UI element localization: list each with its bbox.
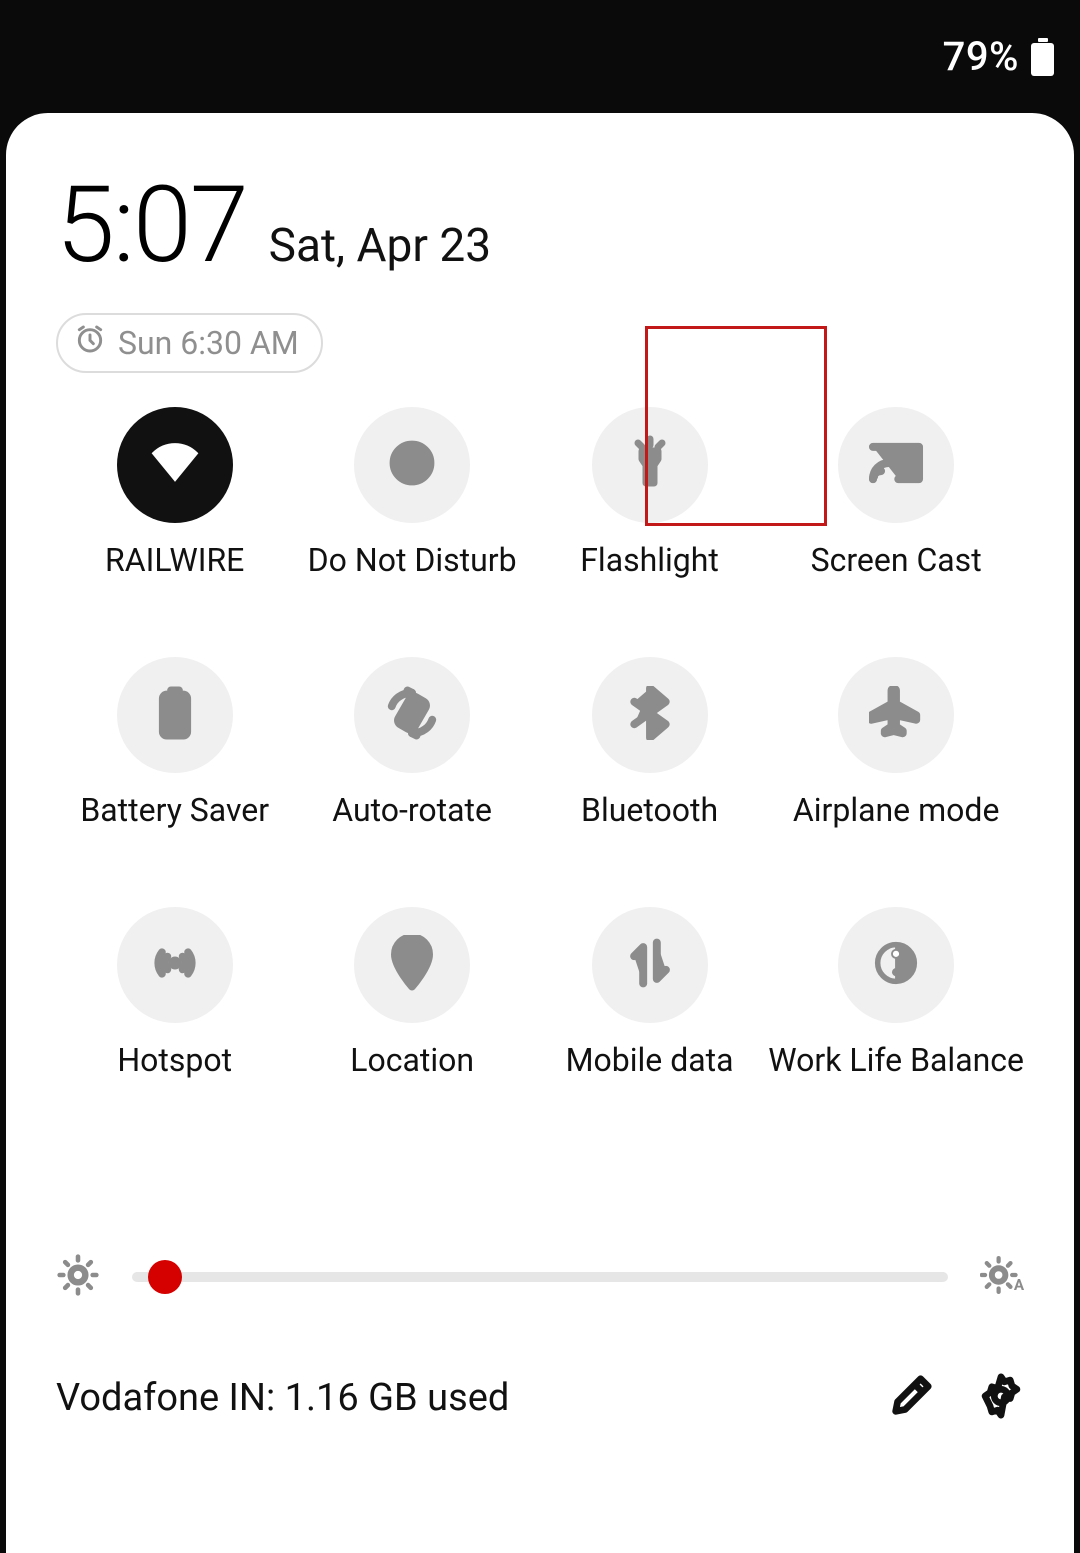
tile-auto-rotate[interactable]: Auto-rotate — [293, 657, 530, 829]
tile-bluetooth[interactable]: Bluetooth — [531, 657, 768, 829]
airplane-icon — [869, 686, 923, 744]
tiles-grid: RAILWIRE Do Not Disturb Flashlight Scree… — [56, 407, 1024, 1079]
tile-screencast[interactable]: Screen Cast — [768, 407, 1024, 579]
tile-mobile-data[interactable]: Mobile data — [531, 907, 768, 1079]
work-life-balance-icon — [874, 941, 918, 989]
svg-text:A: A — [1014, 1276, 1024, 1294]
clock-date[interactable]: Sat, Apr 23 — [269, 219, 491, 273]
tile-label: Auto-rotate — [332, 791, 492, 829]
alarm-icon — [74, 323, 106, 363]
clock-time[interactable]: 5:07 — [56, 163, 247, 287]
hotspot-icon — [149, 937, 201, 993]
tile-label: Work Life Balance — [768, 1041, 1024, 1079]
location-icon — [389, 935, 435, 995]
auto-rotate-icon — [385, 686, 439, 744]
slider-track — [132, 1272, 948, 1282]
tile-label: Location — [350, 1041, 474, 1079]
footer-row: Vodafone IN: 1.16 GB used — [56, 1373, 1024, 1423]
tile-work-life-balance[interactable]: Work Life Balance — [768, 907, 1024, 1079]
mobile-data-icon — [627, 938, 673, 992]
tile-label: Hotspot — [117, 1041, 232, 1079]
tile-label: Battery Saver — [80, 791, 269, 829]
tile-airplane[interactable]: Airplane mode — [768, 657, 1024, 829]
brightness-row: A — [56, 1253, 1024, 1301]
alarm-chip[interactable]: Sun 6:30 AM — [56, 313, 323, 373]
tile-wifi[interactable]: RAILWIRE — [56, 407, 293, 579]
brightness-slider[interactable] — [132, 1270, 948, 1284]
tile-label: Screen Cast — [811, 541, 982, 579]
data-usage-text[interactable]: Vodafone IN: 1.16 GB used — [56, 1376, 888, 1420]
edit-icon[interactable] — [888, 1373, 934, 1423]
tile-label: Bluetooth — [581, 791, 718, 829]
battery-icon — [1031, 38, 1054, 76]
slider-thumb[interactable] — [148, 1260, 182, 1294]
battery-saver-icon — [153, 686, 197, 744]
tile-hotspot[interactable]: Hotspot — [56, 907, 293, 1079]
tile-flashlight[interactable]: Flashlight — [531, 407, 768, 579]
tile-label: Mobile data — [566, 1041, 734, 1079]
clock-row: 5:07 Sat, Apr 23 — [56, 163, 1024, 287]
tile-dnd[interactable]: Do Not Disturb — [293, 407, 530, 579]
auto-brightness-icon[interactable]: A — [980, 1253, 1024, 1301]
alarm-text: Sun 6:30 AM — [118, 324, 299, 362]
bluetooth-icon — [630, 686, 670, 744]
tile-location[interactable]: Location — [293, 907, 530, 1079]
tile-label: Airplane mode — [793, 791, 1000, 829]
status-bar: 79% — [0, 0, 1080, 113]
wifi-icon — [146, 434, 204, 496]
tile-label: Flashlight — [580, 541, 719, 579]
battery-percent: 79% — [943, 33, 1019, 80]
brightness-low-icon — [56, 1253, 100, 1301]
dnd-icon — [387, 438, 437, 492]
tile-label: RAILWIRE — [105, 541, 244, 579]
settings-icon[interactable] — [978, 1373, 1024, 1423]
tile-battery-saver[interactable]: Battery Saver — [56, 657, 293, 829]
flashlight-icon — [625, 435, 675, 495]
tile-label: Do Not Disturb — [308, 541, 517, 579]
cast-icon — [868, 440, 924, 490]
quick-settings-panel: 5:07 Sat, Apr 23 Sun 6:30 AM RAILWIRE Do… — [6, 113, 1074, 1553]
